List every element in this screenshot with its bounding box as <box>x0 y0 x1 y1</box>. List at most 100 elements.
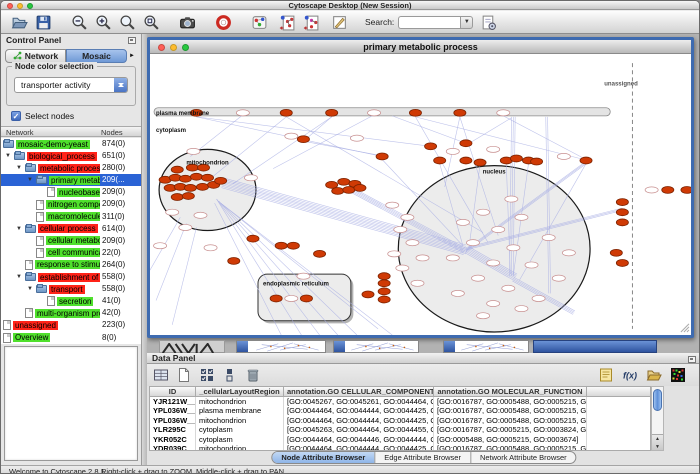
network-node-selected[interactable] <box>362 291 374 298</box>
table-row[interactable]: YJR121W__1mitochondrion[GO:0045267, GO:0… <box>150 397 650 406</box>
network-node-selected[interactable] <box>338 178 350 185</box>
tree-row[interactable]: ▼metabolic process280(0) <box>1 162 141 174</box>
minimized-window[interactable] <box>236 340 326 353</box>
table-cell[interactable]: YPL036W__1 <box>150 416 196 425</box>
import-attributes-button[interactable] <box>645 366 663 384</box>
table-cell[interactable]: cytoplasm <box>196 425 284 434</box>
network-node-selected[interactable] <box>662 186 674 193</box>
network-node-selected[interactable] <box>280 109 292 116</box>
network-node-selected[interactable] <box>460 140 472 147</box>
table-row[interactable]: YKR052Ccytoplasm[GO:0044464, GO:0044446,… <box>150 435 650 444</box>
select-attributes-button[interactable] <box>198 366 216 384</box>
network-node-selected[interactable] <box>287 242 299 249</box>
network-node-selected[interactable] <box>354 184 366 191</box>
tree-row[interactable]: ▼establishment of lo558(0) <box>1 271 141 283</box>
network-node[interactable] <box>350 135 363 141</box>
network-node[interactable] <box>502 285 515 291</box>
tree-row[interactable]: macromolecule311(0) <box>1 211 141 223</box>
network-node[interactable] <box>154 243 167 249</box>
expander-icon[interactable]: ▼ <box>16 165 25 171</box>
new-network-all-edges-button[interactable] <box>277 12 297 32</box>
network-node-selected[interactable] <box>171 166 183 173</box>
network-node[interactable] <box>396 265 409 271</box>
table-cell[interactable]: [GO:0016787, GO:0005215, GO:0003824, G..… <box>434 425 587 434</box>
zoom-fit-button[interactable] <box>141 12 161 32</box>
table-cell[interactable]: mitochondrion <box>196 416 284 425</box>
tree-row[interactable]: mosaic-demo-yeast874(0) <box>1 138 141 150</box>
scrollbar-thumb[interactable] <box>653 389 662 411</box>
network-node-selected[interactable] <box>425 143 437 150</box>
minimized-window[interactable] <box>333 340 419 353</box>
tree-row[interactable]: nucleobase-209(0) <box>1 186 141 198</box>
birdseye-view[interactable] <box>4 346 138 461</box>
search-input[interactable] <box>398 16 460 29</box>
network-node-selected[interactable] <box>616 199 628 206</box>
expander-icon[interactable]: ▼ <box>27 286 36 292</box>
tree-row[interactable]: ▼cellular process614(0) <box>1 223 141 235</box>
network-node[interactable] <box>416 255 429 261</box>
network-node-selected[interactable] <box>616 260 628 267</box>
new-attribute-button[interactable] <box>175 366 193 384</box>
network-node[interactable] <box>179 224 192 230</box>
network-node[interactable] <box>471 275 484 281</box>
network-node[interactable] <box>451 290 464 296</box>
expander-icon[interactable]: ▼ <box>5 153 14 159</box>
table-cell[interactable]: [GO:0044464, GO:0044444, GO:0044425, G..… <box>284 416 434 425</box>
network-window-titlebar[interactable]: primary metabolic process <box>150 40 691 54</box>
network-node[interactable] <box>542 235 555 241</box>
table-cell[interactable]: mitochondrion <box>196 444 284 451</box>
column-header[interactable]: annotation.GO CELLULAR_COMPONENT <box>284 387 434 396</box>
table-row[interactable]: YPL036W__2plasma membrane[GO:0044464, GO… <box>150 406 650 415</box>
expander-icon[interactable]: ▼ <box>16 226 25 232</box>
network-node-selected[interactable] <box>314 250 326 257</box>
network-node-selected[interactable] <box>434 157 446 164</box>
minimized-window[interactable] <box>443 340 529 353</box>
network-node[interactable] <box>487 301 500 307</box>
network-node[interactable] <box>552 275 565 281</box>
minimized-window[interactable] <box>159 340 225 353</box>
table-cell[interactable]: YDR039C__1 <box>150 444 196 451</box>
tree-row[interactable]: secretion41(0) <box>1 295 141 307</box>
label-button[interactable] <box>597 366 615 384</box>
tree-row[interactable]: ▼biological_process651(0) <box>1 150 141 162</box>
table-row[interactable]: YLR295Ccytoplasm[GO:0045263, GO:0044464,… <box>150 425 650 434</box>
tab-mosaic[interactable]: Mosaic <box>66 49 127 63</box>
network-node[interactable] <box>194 212 207 218</box>
tree-row[interactable]: Overview8(0) <box>1 332 141 344</box>
column-header[interactable]: _cellularLayoutRegion <box>196 387 284 396</box>
network-node[interactable] <box>487 260 500 266</box>
network-node-selected[interactable] <box>297 136 309 143</box>
data-panel-float-icon[interactable] <box>688 356 696 363</box>
network-node[interactable] <box>446 148 459 154</box>
tab-network-attribute-browser[interactable]: Network Attribute Browser <box>470 452 576 463</box>
table-cell[interactable]: plasma membrane <box>196 406 284 415</box>
table-cell[interactable]: YKR052C <box>150 435 196 444</box>
scrollbar-arrows[interactable]: ▲▼ <box>652 434 663 450</box>
tabs-overflow-button[interactable]: ► <box>127 53 137 59</box>
network-node[interactable] <box>532 295 545 301</box>
attribute-grid-button[interactable] <box>152 366 170 384</box>
tab-edge-attribute-browser[interactable]: Edge Attribute Browser <box>374 452 470 463</box>
network-node-selected[interactable] <box>182 193 194 200</box>
table-cell[interactable]: [GO:0016787, GO:0005488, GO:0005215, G..… <box>434 397 587 406</box>
table-cell[interactable]: [GO:0045267, GO:0045261, GO:0044464, G..… <box>284 397 434 406</box>
network-node-selected[interactable] <box>343 186 355 193</box>
zoom-selected-button[interactable] <box>117 12 137 32</box>
network-node[interactable] <box>446 255 459 261</box>
tree-row[interactable]: ▼primary metabo209(... <box>1 174 141 186</box>
network-node-selected[interactable] <box>580 157 592 164</box>
network-node-selected[interactable] <box>378 288 390 295</box>
network-node[interactable] <box>487 146 500 152</box>
network-node[interactable] <box>204 245 217 251</box>
network-node[interactable] <box>492 226 505 232</box>
tree-row[interactable]: multi-organism pro42(0) <box>1 307 141 319</box>
delete-attribute-button[interactable] <box>244 366 262 384</box>
preferences-button[interactable] <box>249 12 269 32</box>
network-node-selected[interactable] <box>171 194 183 201</box>
edit-network-button[interactable] <box>329 12 349 32</box>
save-session-button[interactable] <box>33 12 53 32</box>
select-nodes-checkbox[interactable]: ✓ <box>11 111 21 121</box>
table-cell[interactable]: YPL036W__2 <box>150 406 196 415</box>
network-node[interactable] <box>401 214 414 220</box>
zoom-out-button[interactable] <box>69 12 89 32</box>
